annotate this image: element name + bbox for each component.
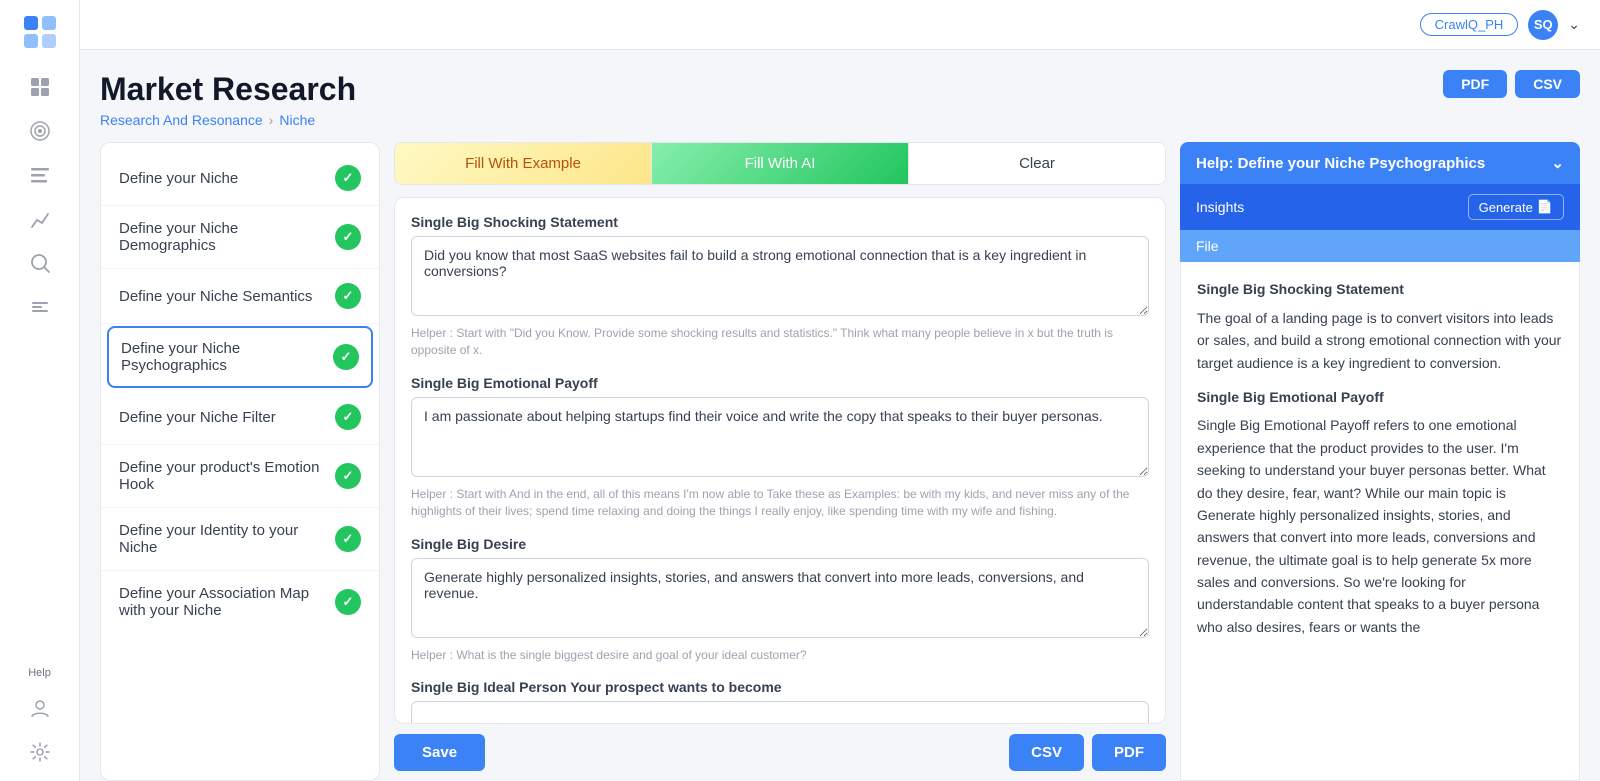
header-buttons: PDF CSV xyxy=(1443,70,1580,98)
bottom-bar: Save CSV PDF xyxy=(394,724,1166,781)
app-logo[interactable] xyxy=(18,10,62,54)
form-helper: Helper : What is the single biggest desi… xyxy=(411,647,1149,664)
insight-title: Single Big Shocking Statement xyxy=(1197,278,1563,300)
target-icon[interactable] xyxy=(21,112,59,150)
save-button[interactable]: Save xyxy=(394,734,485,771)
top-bar: CrawlQ_PH SQ ⌄ xyxy=(80,0,1600,50)
pdf-button[interactable]: PDF xyxy=(1443,70,1507,98)
help-label: Help xyxy=(28,667,51,679)
nav-item-label: Define your Niche Psychographics xyxy=(121,340,333,374)
form-group: Single Big Ideal Person Your prospect wa… xyxy=(411,679,1149,724)
clear-button[interactable]: Clear xyxy=(909,143,1165,184)
nav-item[interactable]: Define your Niche Filter xyxy=(101,390,379,445)
form-group: Single Big Emotional Payoff Helper : Star… xyxy=(411,375,1149,520)
check-icon xyxy=(335,165,361,191)
insights-bar: Insights Generate 📄 xyxy=(1180,184,1580,230)
nav-item[interactable]: Define your Niche Semantics xyxy=(101,269,379,324)
check-icon xyxy=(333,344,359,370)
generate-button[interactable]: Generate 📄 xyxy=(1468,194,1564,220)
file-bar: File xyxy=(1180,230,1580,262)
insight-body: Single Big Emotional Payoff refers to on… xyxy=(1197,414,1563,638)
fill-ai-button[interactable]: Fill With AI xyxy=(652,143,909,184)
list-icon[interactable] xyxy=(21,156,59,194)
nav-item[interactable]: Define your Association Map with your Ni… xyxy=(101,571,379,633)
form-group: Single Big Desire Helper : What is the si… xyxy=(411,536,1149,664)
check-icon xyxy=(335,283,361,309)
columns: Define your Niche Define your Niche Demog… xyxy=(100,142,1580,781)
form-label: Single Big Emotional Payoff xyxy=(411,375,1149,391)
check-icon xyxy=(335,589,361,615)
gear-icon[interactable] xyxy=(21,733,59,771)
help-title: Help: Define your Niche Psychographics xyxy=(1196,155,1485,172)
form-group: Single Big Shocking Statement Helper : St… xyxy=(411,214,1149,359)
insights-label: Insights xyxy=(1196,199,1244,215)
form-textarea[interactable] xyxy=(411,236,1149,316)
search-icon[interactable] xyxy=(21,244,59,282)
nav-item[interactable]: Define your Niche Demographics xyxy=(101,206,379,269)
person-icon[interactable] xyxy=(21,689,59,727)
user-avatar[interactable]: SQ xyxy=(1528,10,1558,40)
left-panel: Define your Niche Define your Niche Demog… xyxy=(100,142,380,781)
form-label: Single Big Desire xyxy=(411,536,1149,552)
action-bar: Fill With Example Fill With AI Clear xyxy=(394,142,1166,185)
check-icon xyxy=(335,526,361,552)
nav-item-label: Define your Niche xyxy=(119,170,335,187)
user-menu-chevron[interactable]: ⌄ xyxy=(1568,16,1580,33)
nav-item-label: Define your Niche Semantics xyxy=(119,288,335,305)
nav-item-label: Define your Association Map with your Ni… xyxy=(119,585,335,619)
form-textarea[interactable] xyxy=(411,701,1149,724)
csv-button[interactable]: CSV xyxy=(1515,70,1580,98)
help-header[interactable]: Help: Define your Niche Psychographics ⌄ xyxy=(1180,142,1580,184)
breadcrumb-parent[interactable]: Research And Resonance xyxy=(100,112,263,128)
form-label: Single Big Ideal Person Your prospect wa… xyxy=(411,679,1149,695)
sidebar: Help xyxy=(0,0,80,781)
check-icon xyxy=(335,404,361,430)
edit-icon[interactable] xyxy=(21,288,59,326)
nav-item-label: Define your Niche Demographics xyxy=(119,220,335,254)
bottom-pdf-button[interactable]: PDF xyxy=(1092,734,1166,771)
form-textarea[interactable] xyxy=(411,397,1149,477)
nav-item-label: Define your Niche Filter xyxy=(119,409,335,426)
user-chip[interactable]: CrawlQ_PH xyxy=(1420,13,1519,36)
generate-label: Generate xyxy=(1479,200,1533,215)
bottom-csv-button[interactable]: CSV xyxy=(1009,734,1084,771)
form-label: Single Big Shocking Statement xyxy=(411,214,1149,230)
nav-item-label: Define your Identity to your Niche xyxy=(119,522,335,556)
form-helper: Helper : Start with "Did you Know. Provi… xyxy=(411,325,1149,359)
breadcrumb-separator: › xyxy=(269,112,274,128)
page-title: Market Research xyxy=(100,70,356,108)
check-icon xyxy=(335,224,361,250)
nav-item-label: Define your product's Emotion Hook xyxy=(119,459,335,493)
nav-item[interactable]: Define your Niche Psychographics xyxy=(107,326,373,388)
middle-panel: Fill With Example Fill With AI Clear Sin… xyxy=(394,142,1166,781)
main-content: CrawlQ_PH SQ ⌄ Market Research Research … xyxy=(80,0,1600,781)
right-panel: Help: Define your Niche Psychographics ⌄… xyxy=(1180,142,1580,781)
dashboard-icon[interactable] xyxy=(21,68,59,106)
file-label: File xyxy=(1196,238,1219,254)
chart-icon[interactable] xyxy=(21,200,59,238)
nav-item[interactable]: Define your Identity to your Niche xyxy=(101,508,379,571)
generate-icon: 📄 xyxy=(1537,199,1553,215)
insight-body: The goal of a landing page is to convert… xyxy=(1197,307,1563,374)
form-scroll: Single Big Shocking Statement Helper : St… xyxy=(394,197,1166,724)
page-area: Market Research Research And Resonance ›… xyxy=(80,50,1600,781)
nav-item[interactable]: Define your product's Emotion Hook xyxy=(101,445,379,508)
insights-content: Single Big Shocking Statement The goal of… xyxy=(1180,262,1580,781)
insight-title: Single Big Emotional Payoff xyxy=(1197,386,1563,408)
fill-example-button[interactable]: Fill With Example xyxy=(395,143,652,184)
help-chevron-icon: ⌄ xyxy=(1551,154,1564,172)
form-textarea[interactable] xyxy=(411,558,1149,638)
breadcrumb-current: Niche xyxy=(279,112,315,128)
breadcrumb: Research And Resonance › Niche xyxy=(100,112,356,128)
check-icon xyxy=(335,463,361,489)
form-helper: Helper : Start with And in the end, all … xyxy=(411,486,1149,520)
page-header: Market Research Research And Resonance ›… xyxy=(100,70,1580,128)
nav-item[interactable]: Define your Niche xyxy=(101,151,379,206)
